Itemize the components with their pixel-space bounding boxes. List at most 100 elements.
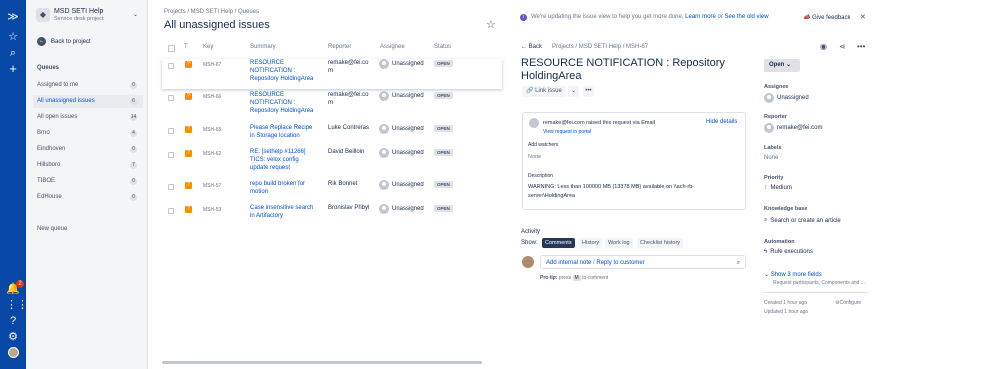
- close-icon[interactable]: ✕: [860, 13, 866, 21]
- create-icon[interactable]: +: [6, 62, 20, 76]
- row-checkbox[interactable]: [168, 128, 174, 134]
- issue-reporter: remake@fei.co m: [328, 92, 369, 106]
- queue-label: Assigned to me: [37, 82, 79, 88]
- issue-key[interactable]: MSH-66: [203, 94, 221, 100]
- star-icon[interactable]: ☆: [6, 30, 20, 44]
- issue-summary[interactable]: repo build broken for motion: [250, 180, 318, 196]
- issue-summary[interactable]: RE: [sethelp #11266] TICS: velox config …: [250, 148, 318, 172]
- priority-field[interactable]: ↑ Medium: [764, 184, 792, 191]
- horizontal-scrollbar[interactable]: [162, 361, 482, 364]
- assignee-cell[interactable]: Unassigned: [379, 204, 424, 214]
- table-row[interactable]: ? MSH-65 Please Replace Recipe in Storag…: [162, 124, 502, 146]
- issue-key[interactable]: MSH-53: [203, 207, 221, 213]
- reporter-field[interactable]: remake@fei.com: [764, 123, 822, 133]
- issue-summary[interactable]: Case insensitive search in Artifactory: [250, 204, 318, 220]
- tab-history[interactable]: History: [579, 238, 603, 248]
- issue-key[interactable]: MSH-62: [203, 151, 221, 157]
- jira-logo-icon[interactable]: ≫: [6, 10, 20, 24]
- hide-details-button[interactable]: Hide details: [706, 119, 737, 125]
- row-checkbox[interactable]: [168, 208, 174, 214]
- profile-avatar[interactable]: [8, 347, 19, 358]
- status-dropdown[interactable]: Open ⌄: [764, 59, 800, 72]
- queue-item[interactable]: Brno 4: [33, 127, 143, 140]
- show-more-fields-button[interactable]: ⌄ Show 3 more fields: [764, 271, 822, 278]
- project-name[interactable]: MSD SETI Help: [54, 8, 103, 15]
- column-header-reporter[interactable]: Reporter: [328, 44, 351, 50]
- more-icon[interactable]: •••: [583, 86, 594, 97]
- configure-button[interactable]: ⚙Configure: [835, 300, 861, 306]
- issue-key[interactable]: MSH-57: [203, 183, 221, 189]
- back-to-project-button[interactable]: ← Back to project: [37, 37, 91, 46]
- share-icon[interactable]: ⋖: [839, 42, 846, 51]
- app-switcher-icon[interactable]: ⋮⋮: [6, 298, 28, 312]
- queue-item[interactable]: TIBOE 0: [33, 175, 143, 188]
- column-header-key[interactable]: Key: [203, 44, 213, 50]
- description-text[interactable]: WARNING: Less than 100000 MB (13378 MB) …: [528, 183, 728, 201]
- tab-work-log[interactable]: Work log: [605, 238, 633, 248]
- star-icon[interactable]: ☆: [486, 18, 496, 31]
- watch-icon[interactable]: ◉: [820, 42, 827, 51]
- breadcrumb[interactable]: Projects / MSD SETI Help / Queues: [164, 9, 259, 15]
- assignee-cell[interactable]: Unassigned: [379, 91, 424, 101]
- column-header-summary[interactable]: Summary: [250, 44, 276, 50]
- row-checkbox[interactable]: [168, 152, 174, 158]
- assignee-cell[interactable]: Unassigned: [379, 180, 424, 190]
- issue-summary[interactable]: RESOURCE NOTIFICATION : Repository Holdi…: [250, 59, 318, 83]
- search-icon[interactable]: ⌕: [6, 46, 20, 60]
- help-icon[interactable]: ?: [6, 314, 20, 328]
- give-feedback-button[interactable]: 📣 Give feedback: [803, 14, 851, 21]
- column-header-assignee[interactable]: Assignee: [380, 44, 405, 50]
- queue-item[interactable]: Hillsboro 7: [33, 159, 143, 172]
- queue-item[interactable]: Eindhoven 0: [33, 143, 143, 156]
- automation-field[interactable]: ϟ Rule executions: [764, 249, 813, 255]
- old-view-link[interactable]: See the old view: [725, 14, 769, 20]
- queue-item[interactable]: Assigned to me 0: [33, 79, 143, 92]
- issue-key[interactable]: MSH-65: [203, 127, 221, 133]
- column-header-status[interactable]: Status: [434, 44, 451, 50]
- column-header-type[interactable]: T: [184, 44, 188, 50]
- chevron-down-icon[interactable]: ⌄: [133, 11, 138, 18]
- tab-checklist-history[interactable]: Checklist history: [637, 238, 684, 248]
- settings-icon[interactable]: ⚙: [6, 330, 20, 344]
- chevron-down-icon[interactable]: ⌄: [568, 86, 579, 97]
- add-internal-note-link[interactable]: Add internal note: [546, 260, 591, 266]
- table-row[interactable]: ? MSH-53 Case insensitive search in Arti…: [162, 204, 502, 226]
- tab-comments[interactable]: Comments: [542, 238, 575, 248]
- knowledge-base-field[interactable]: ⌕ Search or create an article: [764, 217, 841, 224]
- pro-tip-label: Pro tip:: [540, 275, 558, 281]
- new-queue-link[interactable]: New queue: [37, 226, 67, 232]
- reply-to-customer-link[interactable]: Reply to customer: [596, 260, 644, 266]
- learn-more-link[interactable]: Learn more: [685, 14, 716, 20]
- select-all-checkbox[interactable]: [168, 45, 175, 52]
- assignee-cell[interactable]: Unassigned: [379, 59, 424, 69]
- assignee-field[interactable]: Unassigned: [764, 93, 809, 103]
- more-actions-icon[interactable]: •••: [857, 42, 865, 51]
- issue-breadcrumb-path[interactable]: Projects / MSD SETI Help / MSH-67: [552, 44, 648, 50]
- watchers-value[interactable]: None: [528, 154, 541, 160]
- table-row[interactable]: ? MSH-67 RESOURCE NOTIFICATION : Reposit…: [162, 59, 502, 89]
- row-checkbox[interactable]: [168, 95, 174, 101]
- table-row[interactable]: ? MSH-66 RESOURCE NOTIFICATION : Reposit…: [162, 91, 502, 121]
- issue-summary[interactable]: Please Replace Recipe in Storage locatio…: [250, 124, 318, 140]
- labels-value[interactable]: None: [764, 155, 778, 161]
- issue-breadcrumb[interactable]: ← Back Projects / MSD SETI Help / MSH-67: [521, 44, 648, 50]
- table-row[interactable]: ? MSH-57 repo build broken for motion Ri…: [162, 180, 502, 202]
- queue-item[interactable]: EdHouse 0: [33, 191, 143, 204]
- notification-badge: 2: [16, 280, 24, 288]
- assignee-cell[interactable]: Unassigned: [379, 148, 424, 158]
- link-icon: 🔗: [526, 88, 536, 94]
- link-issue-button[interactable]: 🔗 Link issue: [522, 86, 566, 97]
- row-checkbox[interactable]: [168, 63, 174, 69]
- issue-title[interactable]: RESOURCE NOTIFICATION : Repository Holdi…: [521, 57, 731, 83]
- assignee-cell[interactable]: Unassigned: [379, 124, 424, 134]
- back-button[interactable]: ← Back: [521, 44, 542, 50]
- queue-item[interactable]: All open issues 14: [33, 111, 143, 124]
- issue-key[interactable]: MSH-67: [203, 62, 221, 68]
- queue-item-active[interactable]: All unassigned issues 6: [33, 95, 143, 108]
- row-checkbox[interactable]: [168, 184, 174, 190]
- view-portal-link[interactable]: View request in portal: [543, 129, 591, 135]
- issue-summary[interactable]: RESOURCE NOTIFICATION : Repository Holdi…: [250, 91, 318, 115]
- attachment-icon[interactable]: ⌕: [737, 256, 740, 270]
- comment-box[interactable]: Add internal note / Reply to customer ⌕: [540, 255, 746, 269]
- table-row[interactable]: ? MSH-62 RE: [sethelp #11266] TICS: velo…: [162, 148, 502, 178]
